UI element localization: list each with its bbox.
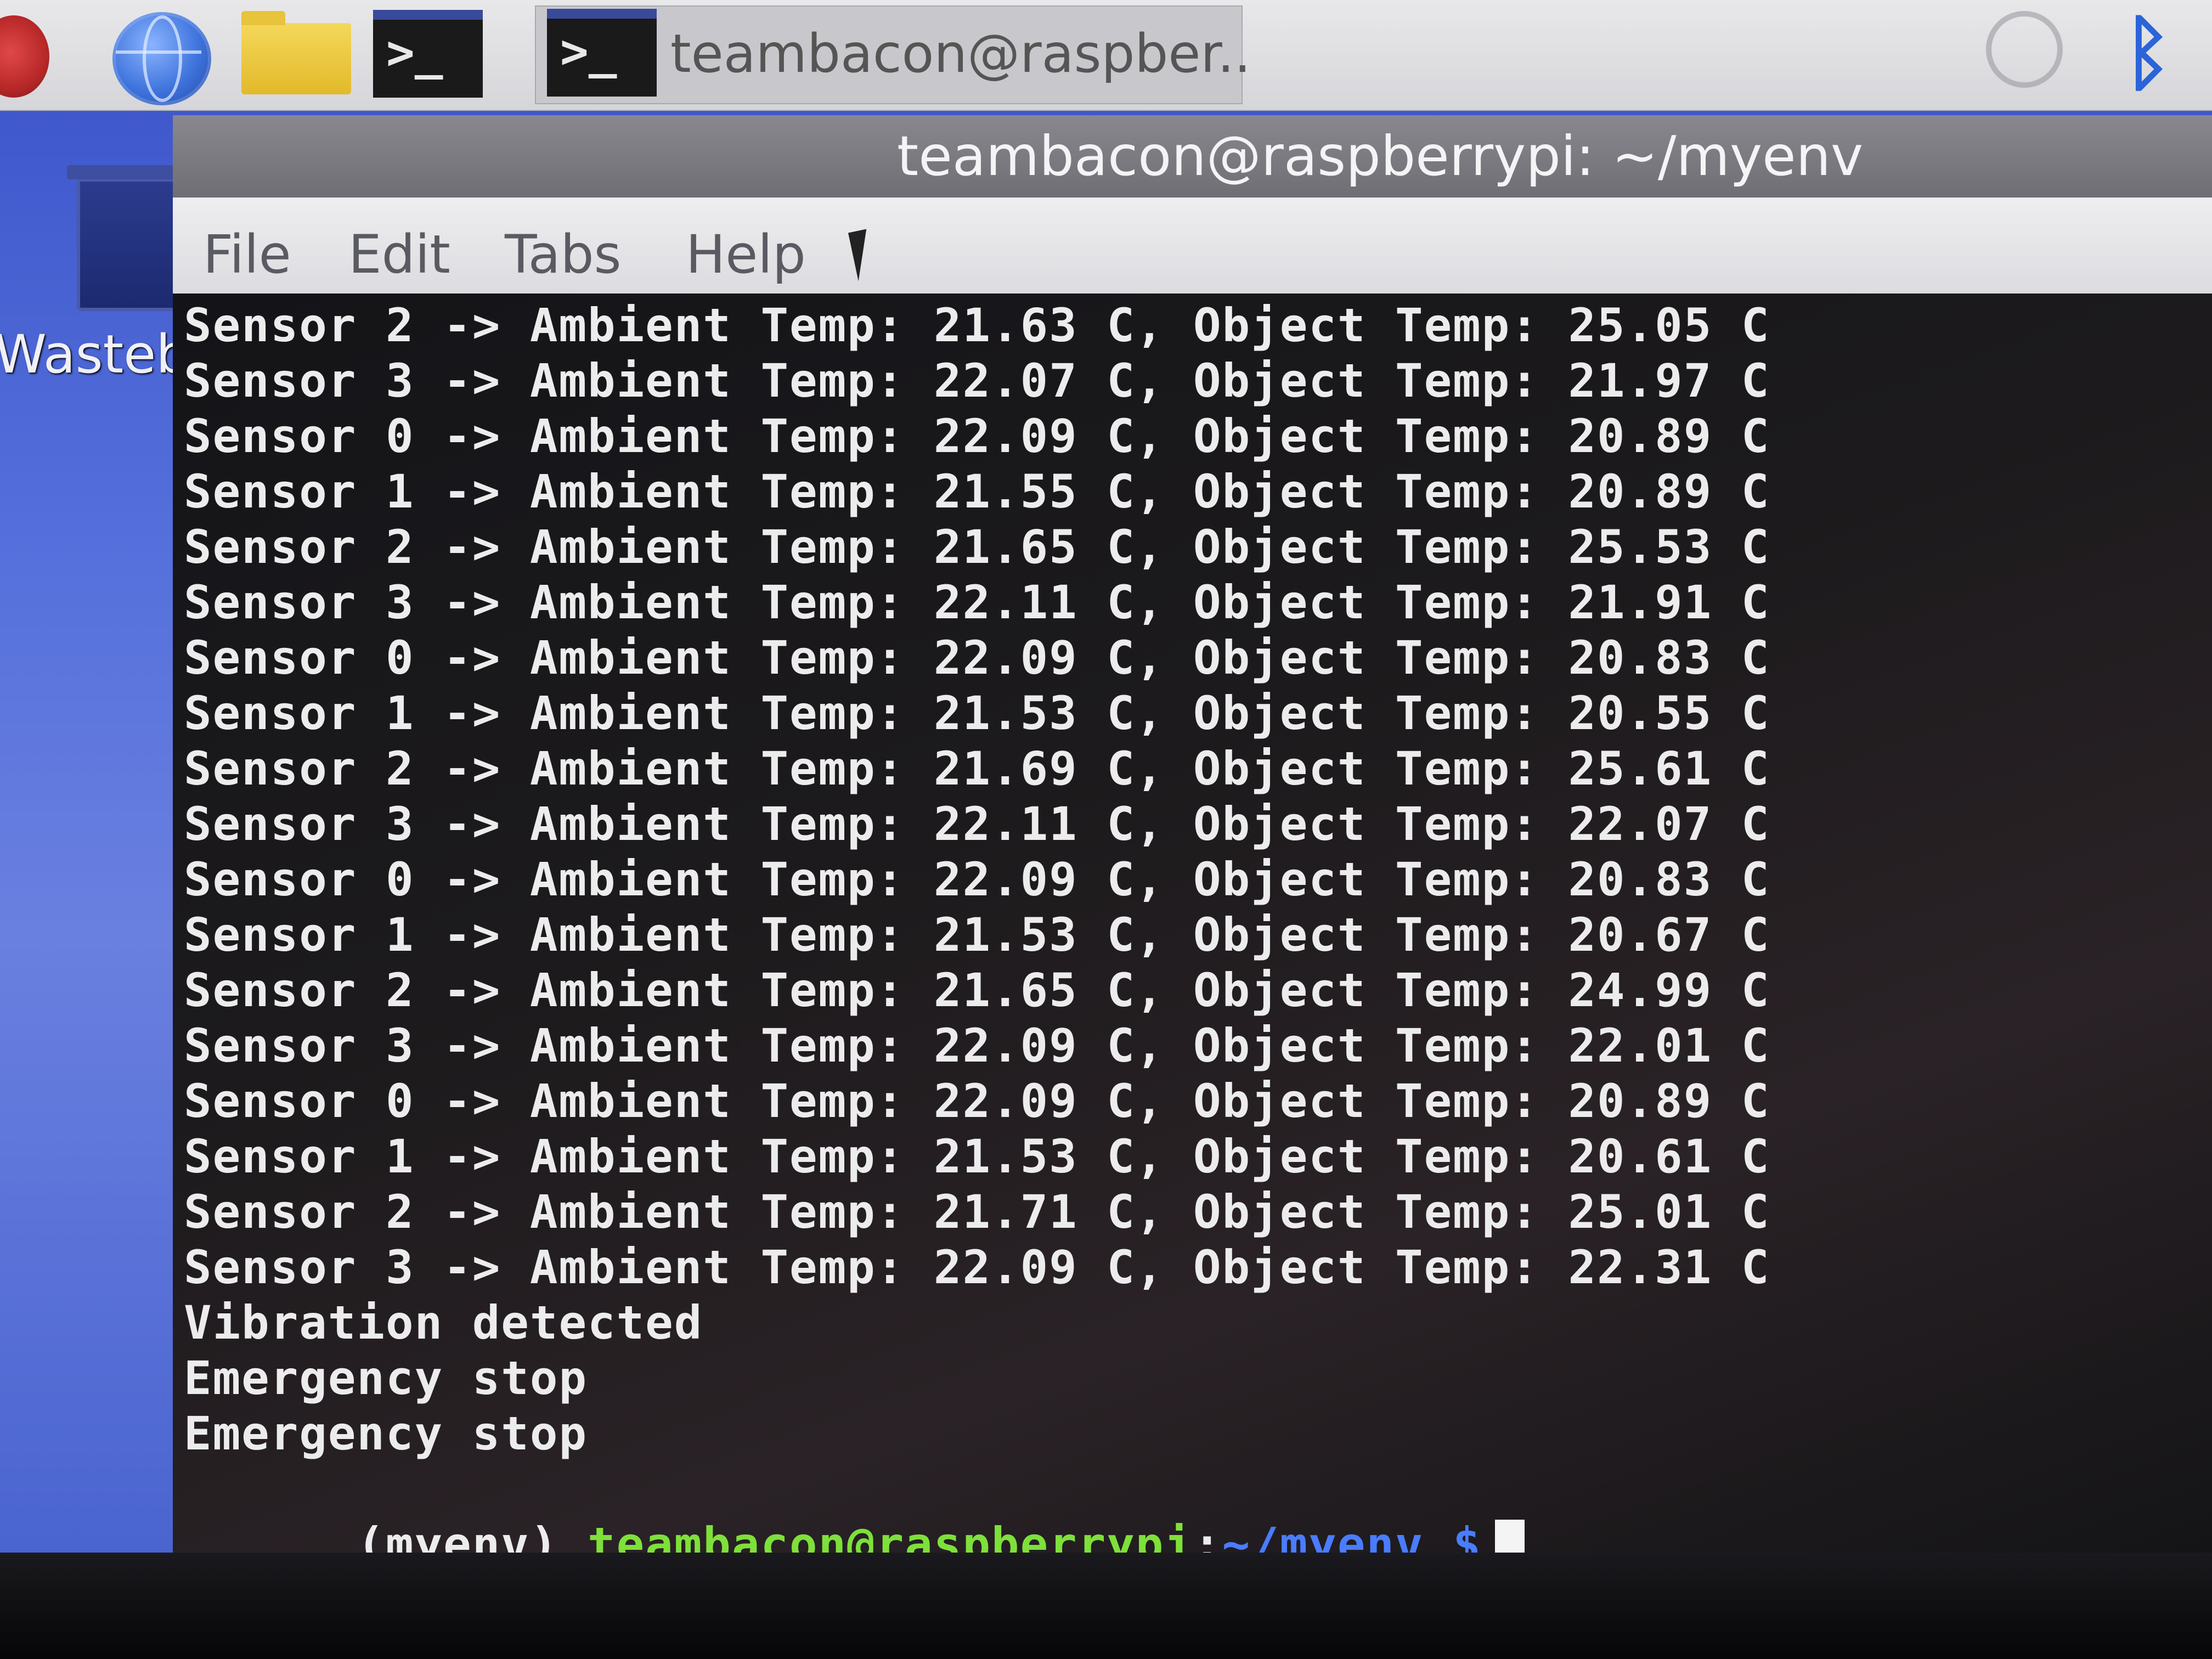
taskbar-task-label: teambacon@raspber..: [670, 23, 1251, 84]
terminal-icon: >_: [547, 9, 657, 97]
taskbar-task-terminal[interactable]: >_ teambacon@raspber..: [535, 5, 1251, 104]
raspberry-menu-icon[interactable]: [0, 15, 49, 98]
screen-bezel: [0, 1553, 2212, 1659]
menu-tabs[interactable]: Tabs: [505, 224, 622, 285]
bluetooth-icon[interactable]: ᛒ: [2123, 5, 2172, 101]
prompt-env: (myenv): [357, 1517, 588, 1553]
terminal-line: Emergency stop: [184, 1407, 588, 1460]
terminal-window: teambacon@raspberrypi: ~/myenv File Edit…: [173, 115, 2212, 1553]
wastebasket-label[interactable]: Wasteb: [0, 324, 189, 385]
prompt-separator: :: [1193, 1517, 1222, 1553]
terminal-line: Sensor 1 -> Ambient Temp: 21.53 C, Objec…: [184, 686, 1770, 740]
menu-help[interactable]: Help: [686, 224, 806, 285]
terminal-line: Sensor 0 -> Ambient Temp: 22.09 C, Objec…: [184, 1074, 1770, 1128]
shell-prompt[interactable]: (myenv) teambacon@raspberrypi:~/myenv $: [184, 1462, 1525, 1553]
prompt-path: ~/myenv: [1222, 1517, 1424, 1553]
terminal-line: Emergency stop: [184, 1351, 588, 1405]
menu-edit[interactable]: Edit: [348, 224, 450, 285]
terminal-line: Sensor 0 -> Ambient Temp: 22.09 C, Objec…: [184, 853, 1770, 906]
text-cursor[interactable]: [1494, 1520, 1525, 1553]
terminal-line: Sensor 3 -> Ambient Temp: 22.11 C, Objec…: [184, 575, 1770, 629]
terminal-line: Sensor 0 -> Ambient Temp: 22.09 C, Objec…: [184, 631, 1770, 685]
terminal-glyph: >_: [386, 25, 443, 80]
terminal-line: Sensor 1 -> Ambient Temp: 21.53 C, Objec…: [184, 908, 1770, 962]
terminal-line: Sensor 0 -> Ambient Temp: 22.09 C, Objec…: [184, 409, 1770, 463]
prompt-dollar: $: [1424, 1517, 1482, 1553]
terminal-output[interactable]: Sensor 2 -> Ambient Temp: 21.63 C, Objec…: [173, 294, 2212, 1553]
folder-icon[interactable]: [241, 11, 351, 94]
terminal-line: Sensor 2 -> Ambient Temp: 21.63 C, Objec…: [184, 298, 1770, 352]
terminal-line: Sensor 2 -> Ambient Temp: 21.71 C, Objec…: [184, 1185, 1770, 1239]
terminal-launcher-icon[interactable]: >_: [373, 10, 483, 98]
terminal-line: Sensor 3 -> Ambient Temp: 22.07 C, Objec…: [184, 354, 1770, 408]
terminal-line: Vibration detected: [184, 1296, 703, 1350]
terminal-line: Sensor 1 -> Ambient Temp: 21.53 C, Objec…: [184, 1130, 1770, 1183]
wastebasket-icon[interactable]: [67, 165, 188, 311]
terminal-glyph: >_: [560, 24, 617, 79]
terminal-line: Sensor 3 -> Ambient Temp: 22.09 C, Objec…: [184, 1240, 1770, 1294]
terminal-title: teambacon@raspberrypi: ~/myenv: [897, 124, 1864, 188]
terminal-line: Sensor 3 -> Ambient Temp: 22.09 C, Objec…: [184, 1019, 1770, 1073]
terminal-lines: Sensor 2 -> Ambient Temp: 21.63 C, Objec…: [184, 298, 1770, 1462]
network-icon[interactable]: [1986, 11, 2063, 88]
terminal-line: Sensor 2 -> Ambient Temp: 21.65 C, Objec…: [184, 520, 1770, 574]
terminal-titlebar[interactable]: teambacon@raspberrypi: ~/myenv: [173, 115, 2212, 198]
globe-icon[interactable]: [112, 12, 211, 105]
menu-file[interactable]: File: [203, 224, 291, 285]
terminal-line: Sensor 1 -> Ambient Temp: 21.55 C, Objec…: [184, 465, 1770, 518]
terminal-line: Sensor 2 -> Ambient Temp: 21.69 C, Objec…: [184, 742, 1770, 795]
terminal-line: Sensor 3 -> Ambient Temp: 22.11 C, Objec…: [184, 797, 1770, 851]
taskbar: >_ >_ teambacon@raspber.. ᛒ: [0, 0, 2212, 111]
prompt-user-host: teambacon@raspberrypi: [588, 1517, 1194, 1553]
terminal-line: Sensor 2 -> Ambient Temp: 21.65 C, Objec…: [184, 963, 1770, 1017]
terminal-menubar: File Edit Tabs Help: [173, 198, 2212, 294]
mouse-pointer-icon: [848, 229, 877, 281]
